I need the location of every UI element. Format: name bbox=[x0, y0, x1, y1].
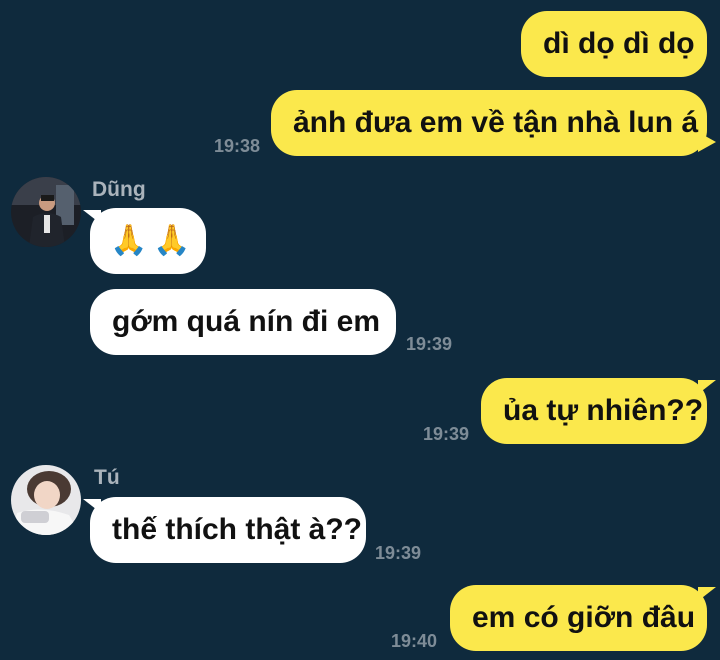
outgoing-message[interactable]: dì dọ dì dọ bbox=[521, 11, 707, 77]
incoming-message[interactable]: 🙏🙏 bbox=[90, 208, 206, 274]
bubble-tail bbox=[698, 132, 716, 152]
outgoing-message[interactable]: em có giỡn đâu bbox=[450, 585, 707, 651]
bubble-tail bbox=[698, 380, 716, 394]
message-timestamp: 19:38 bbox=[214, 136, 261, 156]
bubble-tail bbox=[83, 210, 101, 224]
person-photo-icon bbox=[11, 177, 81, 247]
incoming-message[interactable]: gớm quá nín đi em bbox=[90, 289, 396, 355]
avatar-tu[interactable] bbox=[11, 465, 81, 535]
message-text: em có giỡn đâu bbox=[472, 601, 696, 634]
message-text: thế thích thật à?? bbox=[112, 513, 362, 546]
sender-name: Tú bbox=[94, 466, 120, 489]
chat-thread[interactable]: dì dọ dì dọ ảnh đưa em về tận nhà lun á … bbox=[0, 0, 720, 660]
message-timestamp: 19:39 bbox=[423, 424, 470, 444]
message-timestamp: 19:39 bbox=[375, 543, 422, 563]
praying-hands-emoji: 🙏🙏 bbox=[110, 224, 197, 257]
message-timestamp: 19:39 bbox=[406, 334, 453, 354]
avatar-dung[interactable] bbox=[11, 177, 81, 247]
person-photo-icon bbox=[11, 465, 81, 535]
message-text: ủa tự nhiên?? bbox=[503, 394, 704, 427]
outgoing-message[interactable]: ủa tự nhiên?? bbox=[481, 378, 707, 444]
message-text: gớm quá nín đi em bbox=[112, 305, 381, 338]
bubble-tail bbox=[698, 587, 716, 601]
sender-name: Dũng bbox=[92, 178, 146, 201]
message-timestamp: 19:40 bbox=[391, 631, 438, 651]
message-text: dì dọ dì dọ bbox=[543, 27, 695, 60]
incoming-message[interactable]: thế thích thật à?? bbox=[90, 497, 366, 563]
outgoing-message[interactable]: ảnh đưa em về tận nhà lun á bbox=[271, 90, 707, 156]
bubble-tail bbox=[83, 499, 101, 513]
message-text: ảnh đưa em về tận nhà lun á bbox=[293, 106, 699, 139]
